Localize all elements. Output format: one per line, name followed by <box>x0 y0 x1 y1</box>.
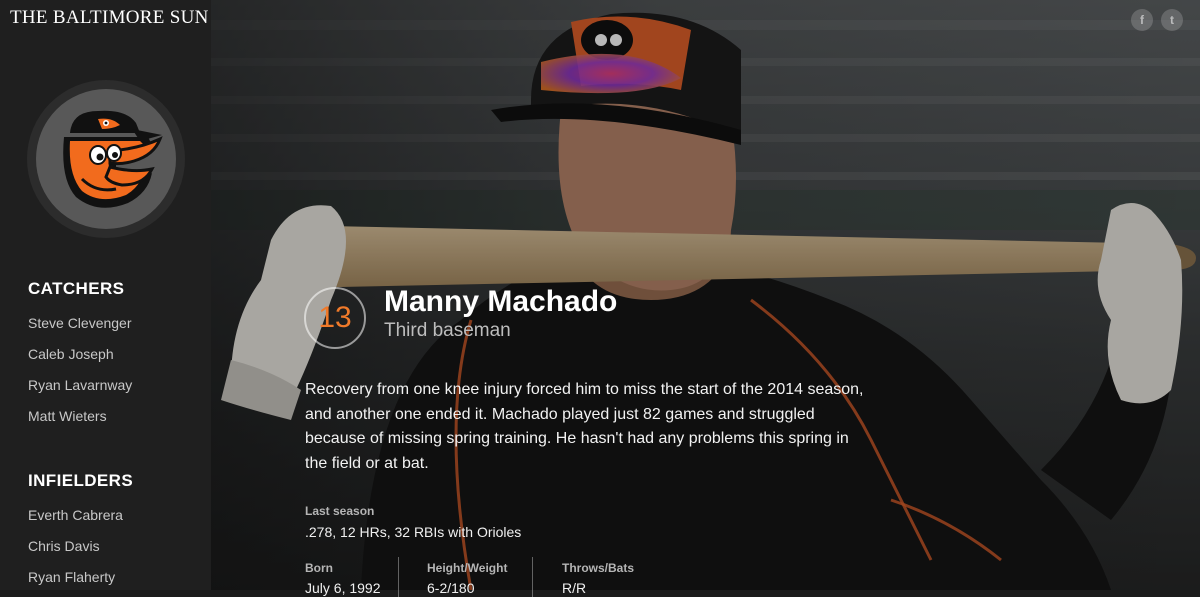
nav-item-everth-cabrera[interactable]: Everth Cabrera <box>28 507 123 523</box>
team-logo <box>27 80 185 238</box>
nav-item-caleb-joseph[interactable]: Caleb Joseph <box>28 346 114 362</box>
section-title-catchers: CATCHERS <box>28 279 125 298</box>
nav-item-ryan-flaherty[interactable]: Ryan Flaherty <box>28 569 115 585</box>
throws-bats-value: R/R <box>562 580 587 596</box>
player-name: Manny Machado <box>384 285 618 318</box>
last-season-value: .278, 12 HRs, 32 RBIs with Orioles <box>305 524 522 540</box>
orioles-bird-icon <box>36 89 176 229</box>
nav-item-chris-davis[interactable]: Chris Davis <box>28 538 100 554</box>
section-title-infielders: INFIELDERS <box>28 471 134 490</box>
twitter-icon: t <box>1170 13 1174 27</box>
twitter-share-button[interactable]: t <box>1161 9 1183 31</box>
height-weight-value: 6-2/180 <box>427 580 475 596</box>
player-photo: f t <box>211 0 1200 590</box>
facebook-icon: f <box>1140 13 1144 27</box>
player-position: Third baseman <box>384 320 511 341</box>
nav-item-steve-clevenger[interactable]: Steve Clevenger <box>28 315 132 331</box>
born-label: Born <box>305 561 333 575</box>
throws-bats-label: Throws/Bats <box>562 561 635 575</box>
last-season-label: Last season <box>305 504 375 518</box>
player-bio: Recovery from one knee injury forced him… <box>305 381 864 472</box>
stat-divider <box>532 557 533 597</box>
born-value: July 6, 1992 <box>305 580 381 596</box>
masthead-logo[interactable]: THE BALTIMORE SUN <box>10 7 209 29</box>
nav-item-matt-wieters[interactable]: Matt Wieters <box>28 408 107 424</box>
jersey-number-badge: 13 <box>304 287 366 349</box>
sidebar: THE BALTIMORE SUN CATCHERS Steve Cleveng… <box>0 0 211 590</box>
facebook-share-button[interactable]: f <box>1131 9 1153 31</box>
height-weight-label: Height/Weight <box>427 561 508 575</box>
stat-divider <box>398 557 399 597</box>
nav-item-ryan-lavarnway[interactable]: Ryan Lavarnway <box>28 377 132 393</box>
